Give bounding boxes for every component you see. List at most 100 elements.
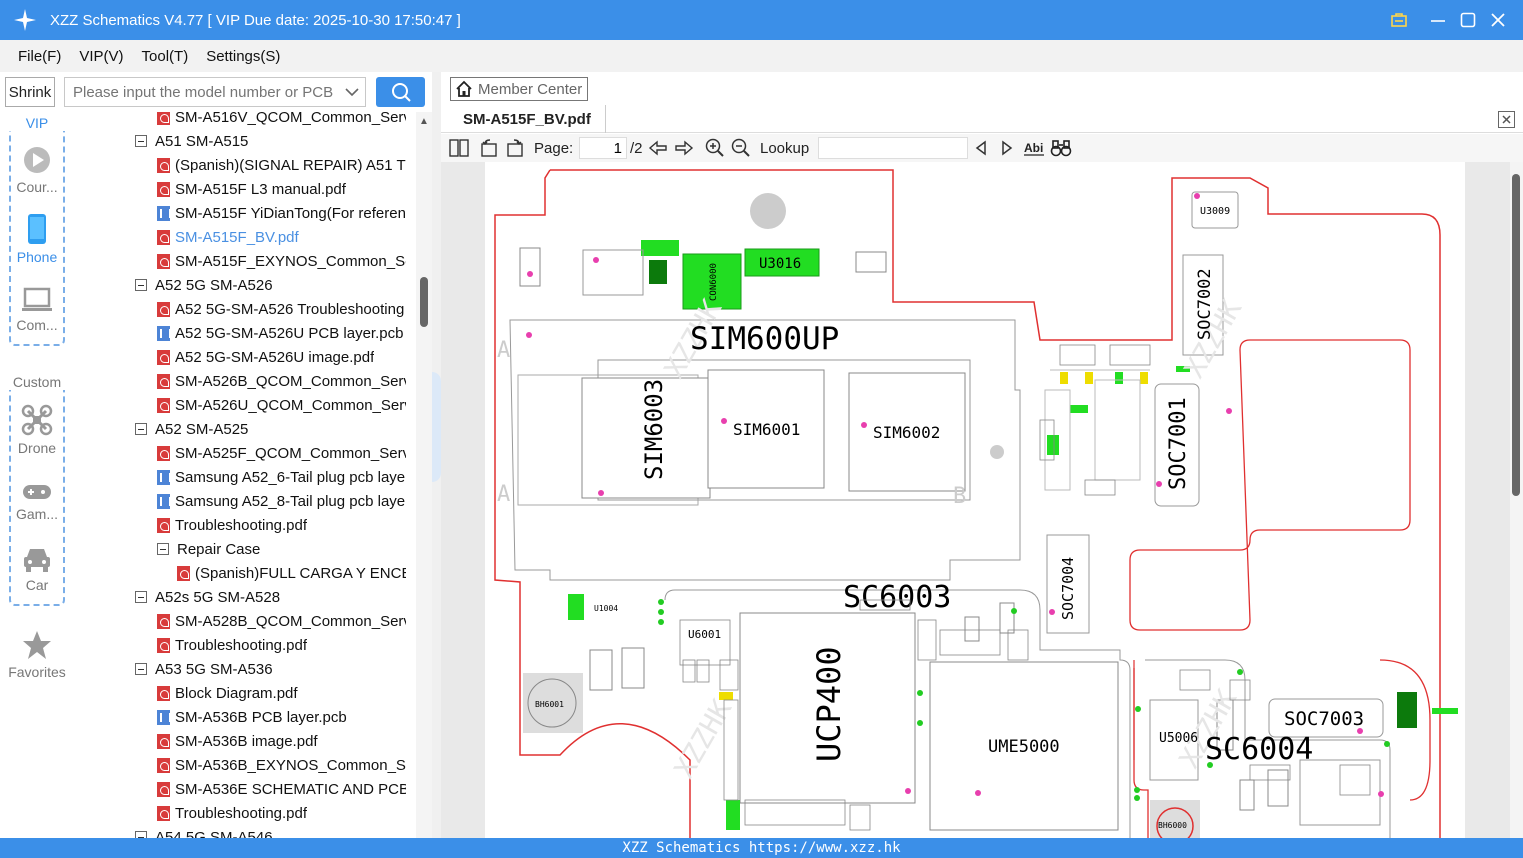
component-label[interactable]: SIM6002 — [873, 423, 940, 442]
tree-group[interactable]: A53 5G SM-A536 — [135, 657, 406, 681]
pdf-viewer[interactable]: A A B XZZHK XZZHK XZZHK XZZHK SIM600UP S… — [441, 162, 1523, 838]
tree-scrollbar[interactable]: ▲ — [416, 112, 432, 838]
tree-file[interactable]: SM-A526U_QCOM_Common_Servi — [157, 393, 406, 417]
tree-file[interactable]: SM-A528B_QCOM_Common_Servic — [157, 609, 406, 633]
match-case-icon[interactable]: Abi — [1023, 138, 1045, 158]
search-input[interactable] — [65, 78, 339, 106]
tree-group[interactable]: A52s 5G SM-A528 — [135, 585, 406, 609]
collapse-toggle-icon[interactable] — [135, 831, 147, 838]
shrink-button[interactable]: Shrink — [5, 77, 55, 107]
component-label[interactable]: U1004 — [594, 604, 618, 613]
collapse-handle[interactable] — [432, 372, 441, 482]
rail-item-computer[interactable]: Com... — [0, 287, 74, 333]
component-label[interactable]: UME5000 — [988, 737, 1060, 757]
tree-file[interactable]: Troubleshooting.pdf — [157, 801, 406, 825]
tree-file[interactable]: (Spanish)FULL CARGA Y ENCENI — [177, 561, 406, 585]
rotate-left-icon[interactable] — [479, 138, 499, 158]
zoom-out-icon[interactable] — [731, 138, 751, 158]
tree-file[interactable]: SM-A536E SCHEMATIC AND PCB.p — [157, 777, 406, 801]
tree-file[interactable]: Troubleshooting.pdf — [157, 513, 406, 537]
collapse-toggle-icon[interactable] — [157, 543, 169, 555]
find-prev-icon[interactable] — [973, 138, 989, 158]
chevron-down-icon[interactable] — [339, 78, 365, 106]
tree-file[interactable]: SM-A515F_EXYNOS_Common_Serv — [157, 249, 406, 273]
tree-file[interactable]: Block Diagram.pdf — [157, 681, 406, 705]
tree-file[interactable]: A52 5G-SM-A526U image.pdf — [157, 345, 406, 369]
rail-item-favorites[interactable]: Favorites — [0, 630, 74, 680]
tree-file[interactable]: SM-A525F_QCOM_Common_Servic — [157, 441, 406, 465]
tree-file[interactable]: SM-A526B_QCOM_Common_Servic — [157, 369, 406, 393]
component-label[interactable]: U6001 — [688, 628, 721, 641]
find-next-icon[interactable] — [999, 138, 1015, 158]
collapse-toggle-icon[interactable] — [135, 135, 147, 147]
menu-tool[interactable]: Tool(T) — [133, 48, 198, 65]
vip-badge-icon[interactable] — [1384, 0, 1414, 40]
component-label[interactable]: CON6000 — [709, 263, 719, 301]
two-page-icon[interactable] — [449, 138, 469, 158]
component-label[interactable]: SIM600UP — [690, 321, 839, 357]
component-label[interactable]: U5006 — [1159, 731, 1198, 746]
rail-item-phone[interactable]: Phone — [0, 213, 74, 265]
tree-group[interactable]: Repair Case — [157, 537, 406, 561]
component-label[interactable]: SC6004 — [1205, 732, 1313, 767]
component-label[interactable]: U3016 — [759, 256, 801, 272]
maximize-icon[interactable] — [1453, 0, 1483, 40]
tree-file[interactable]: SM-A536B_EXYNOS_Common_Serv — [157, 753, 406, 777]
next-page-icon[interactable] — [674, 138, 694, 158]
collapse-toggle-icon[interactable] — [135, 279, 147, 291]
tree-scroll-thumb[interactable] — [420, 277, 428, 327]
collapse-toggle-icon[interactable] — [135, 423, 147, 435]
page-number-input[interactable] — [579, 137, 627, 159]
tree-file[interactable]: Samsung A52_6-Tail plug pcb laye — [157, 465, 406, 489]
component-label[interactable]: SIM6001 — [733, 420, 800, 439]
tab-document[interactable]: SM-A515F_BV.pdf — [449, 105, 606, 133]
component-label[interactable]: SOC7001 — [1166, 397, 1191, 490]
zoom-in-icon[interactable] — [705, 138, 725, 158]
component-label[interactable]: SOC7002 — [1195, 268, 1215, 340]
tree-file[interactable]: A52 5G-SM-A526U PCB layer.pcb — [157, 321, 406, 345]
rail-item-courses[interactable]: Cour... — [0, 145, 74, 195]
collapse-toggle-icon[interactable] — [135, 663, 147, 675]
menu-settings[interactable]: Settings(S) — [197, 48, 289, 65]
member-center-button[interactable]: Member Center — [450, 77, 588, 101]
prev-page-icon[interactable] — [648, 138, 668, 158]
tree-file[interactable]: SM-A536B PCB layer.pcb — [157, 705, 406, 729]
tree-file[interactable]: SM-A515F L3 manual.pdf — [157, 177, 406, 201]
tree-group[interactable]: A52 SM-A525 — [135, 417, 406, 441]
tree-group[interactable]: A52 5G SM-A526 — [135, 273, 406, 297]
close-document-icon[interactable] — [1498, 111, 1515, 128]
rail-item-drone[interactable]: Drone — [0, 404, 74, 456]
component-label[interactable]: BH6001 — [535, 700, 564, 709]
viewer-scroll-thumb[interactable] — [1512, 174, 1520, 496]
lookup-input[interactable] — [818, 137, 968, 159]
tree-group[interactable]: A51 SM-A515 — [135, 129, 406, 153]
component-label[interactable]: SIM6003 — [640, 379, 668, 480]
search-button[interactable] — [376, 77, 425, 107]
component-label[interactable]: SOC7004 — [1059, 557, 1077, 620]
viewer-scrollbar[interactable] — [1510, 162, 1523, 838]
close-icon[interactable] — [1483, 0, 1513, 40]
schematic-page[interactable]: A A B XZZHK XZZHK XZZHK XZZHK SIM600UP S… — [485, 162, 1465, 838]
minimize-icon[interactable] — [1423, 0, 1453, 40]
tree-file[interactable]: (Spanish)(SIGNAL REPAIR) A51 TEF — [157, 153, 406, 177]
tree-group[interactable]: A54 5G SM-A546 — [135, 825, 406, 838]
rail-item-car[interactable]: Car — [0, 545, 74, 593]
menu-vip[interactable]: VIP(V) — [70, 48, 132, 65]
collapse-toggle-icon[interactable] — [135, 591, 147, 603]
rotate-right-icon[interactable] — [505, 138, 525, 158]
tree-file[interactable]: SM-A515F YiDianTong(For referen — [157, 201, 406, 225]
menu-file[interactable]: File(F) — [0, 48, 70, 65]
panel-splitter[interactable] — [432, 72, 441, 838]
tree-file[interactable]: Samsung A52_8-Tail plug pcb laye — [157, 489, 406, 513]
binoculars-icon[interactable] — [1050, 138, 1072, 158]
tree-file[interactable]: Troubleshooting.pdf — [157, 633, 406, 657]
tree-file[interactable]: SM-A536B image.pdf — [157, 729, 406, 753]
rail-item-game[interactable]: Gam... — [0, 482, 74, 522]
tree-file[interactable]: A52 5G-SM-A526 Troubleshooting — [157, 297, 406, 321]
scroll-up-icon[interactable]: ▲ — [419, 116, 429, 127]
component-label[interactable]: UCP400 — [810, 646, 848, 762]
component-label[interactable]: SOC7003 — [1284, 708, 1364, 730]
tree-file[interactable]: SM-A515F_BV.pdf — [157, 225, 406, 249]
component-label[interactable]: U3009 — [1200, 206, 1230, 217]
component-label[interactable]: BH6000 — [1158, 821, 1187, 830]
